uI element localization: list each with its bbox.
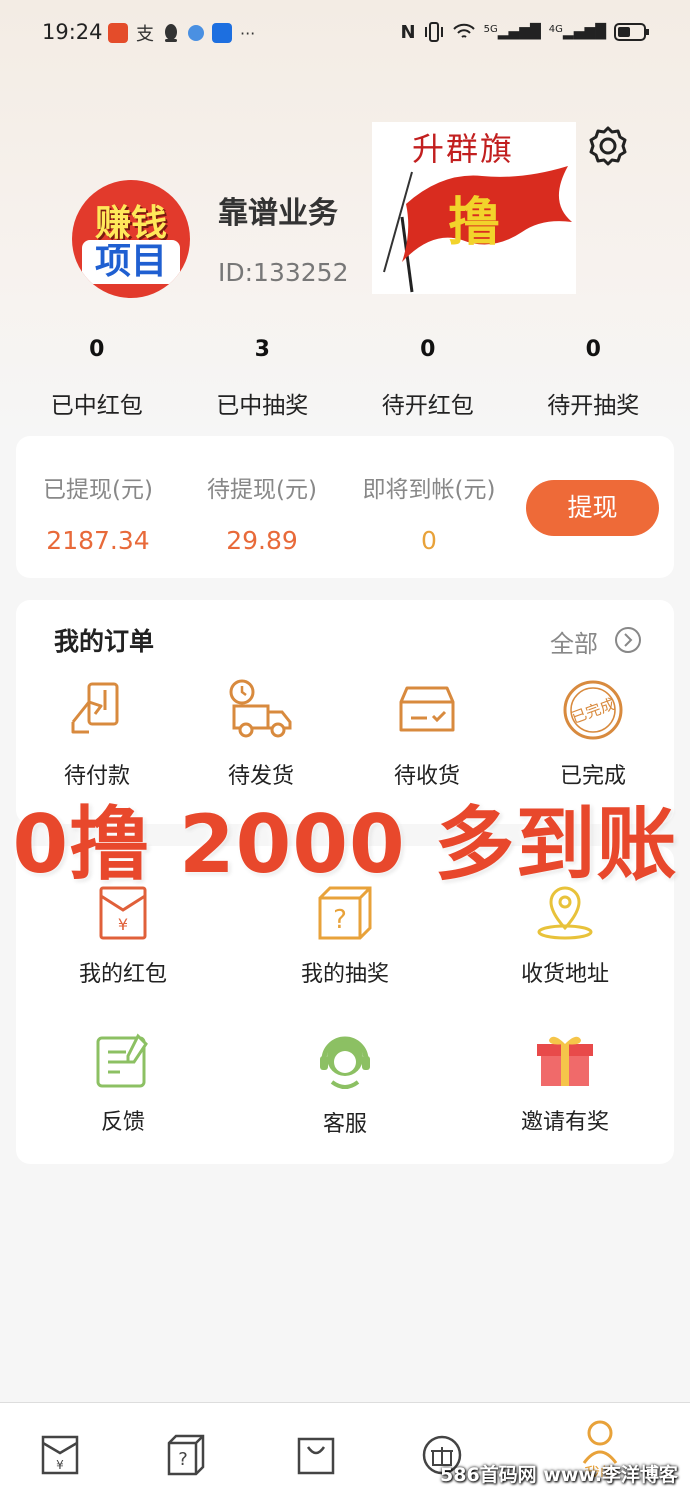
video-app-icon [212, 23, 232, 43]
user-name: 靠谱业务 [218, 196, 338, 231]
chevron-right-circle-icon[interactable] [614, 626, 642, 654]
completed-stamp-icon: 已完成 [563, 680, 623, 740]
stamp-text: 已完成 [569, 695, 617, 727]
tool-shipping-address[interactable]: 收货地址 [490, 884, 640, 988]
more-icon: ··· [240, 23, 256, 43]
browser-icon [188, 25, 204, 41]
settings-gear-icon[interactable] [584, 122, 632, 170]
tool-feedback[interactable]: 反馈 [48, 1032, 198, 1136]
pending-block: 待提现(元) 29.89 [202, 470, 322, 555]
status-time: 19:24 [42, 20, 103, 44]
vibrate-icon [424, 22, 443, 42]
customer-service-icon [320, 1036, 370, 1089]
stat-pending-redpacket[interactable]: 0 待开红包 [345, 336, 511, 426]
svg-text:¥: ¥ [118, 915, 128, 934]
orders-title: 我的订单 [54, 627, 155, 656]
svg-text:?: ? [178, 1449, 188, 1470]
delivery-truck-icon [229, 679, 292, 738]
order-pending-receipt[interactable]: 待收货 [362, 678, 492, 790]
gift-icon [537, 1036, 593, 1086]
tool-customer-service[interactable]: 客服 [270, 1032, 420, 1138]
pending-label: 待提现(元) [207, 477, 317, 503]
user-id: ID:133252 [218, 258, 349, 287]
flag-banner-image: 升群旗 撸 [372, 122, 576, 294]
stat-pending-lottery[interactable]: 0 待开抽奖 [511, 336, 677, 426]
svg-text:¥: ¥ [56, 1458, 64, 1472]
withdraw-button[interactable]: 提现 [526, 480, 659, 536]
stats-row: 0 已中红包 3 已中抽奖 0 待开红包 0 待开抽奖 [14, 336, 676, 426]
feedback-icon [96, 1033, 148, 1088]
stat-won-redpacket[interactable]: 0 已中红包 [14, 336, 180, 426]
wifi-icon [452, 23, 475, 38]
banner-title: 升群旗 [412, 130, 515, 168]
withdraw-card: 已提现(元) 2187.34 待提现(元) 29.89 即将到帐(元) 0 提现 [16, 436, 674, 578]
nfc-icon: N [400, 21, 416, 43]
arriving-label: 即将到帐(元) [362, 477, 496, 503]
alipay-icon: 支 [136, 24, 154, 45]
arriving-value: 0 [421, 526, 437, 555]
receive-box-icon [399, 686, 455, 732]
orders-all-link[interactable]: 全部 [550, 624, 598, 659]
notification-icons: 支 ··· [108, 20, 255, 46]
tool-my-redpacket[interactable]: ¥ 我的红包 [48, 884, 198, 988]
avatar-text-top: 赚钱 [94, 203, 167, 244]
order-pending-shipment[interactable]: 待发货 [196, 678, 326, 790]
lottery-box-icon[interactable]: ? [166, 1433, 206, 1477]
status-bar: 19:24 支 ··· N 5G▂▄▆█ 4G▂▄▆█ [0, 0, 690, 66]
withdrawn-block: 已提现(元) 2187.34 [38, 470, 158, 555]
system-icons: N 5G▂▄▆█ 4G▂▄▆█ [401, 21, 650, 43]
order-pending-payment[interactable]: 待付款 [32, 678, 162, 790]
payment-icon [71, 682, 119, 734]
tool-my-lottery[interactable]: ? 我的抽奖 [270, 884, 420, 988]
stat-won-lottery[interactable]: 3 已中抽奖 [180, 336, 346, 426]
4g-signal-icon: 4G▂▄▆█ [548, 24, 606, 40]
tool-invite-reward[interactable]: 邀请有奖 [490, 1032, 640, 1136]
shopping-app-icon [108, 23, 128, 43]
battery-icon [614, 23, 649, 41]
avatar[interactable]: 赚钱 项目 [72, 180, 190, 298]
order-completed[interactable]: 已完成 已完成 [528, 678, 658, 790]
watermark-text: 586首码网 www.李洋博客 [440, 1464, 678, 1486]
banner-character: 撸 [448, 192, 501, 253]
promo-overlay-text: 0撸 2000 多到账 [12, 798, 678, 891]
arriving-block: 即将到帐(元) 0 [354, 470, 504, 555]
home-envelope-icon[interactable]: ¥ [40, 1433, 80, 1477]
withdrawn-label: 已提现(元) [43, 477, 153, 503]
svg-text:?: ? [333, 905, 347, 935]
5g-signal-icon: 5G▂▄▆█ [483, 24, 541, 40]
avatar-text-bottom: 项目 [82, 240, 180, 284]
shopping-bag-icon[interactable] [296, 1433, 336, 1477]
qq-icon [165, 24, 177, 42]
withdrawn-value: 2187.34 [46, 526, 150, 555]
pending-value: 29.89 [226, 526, 298, 555]
